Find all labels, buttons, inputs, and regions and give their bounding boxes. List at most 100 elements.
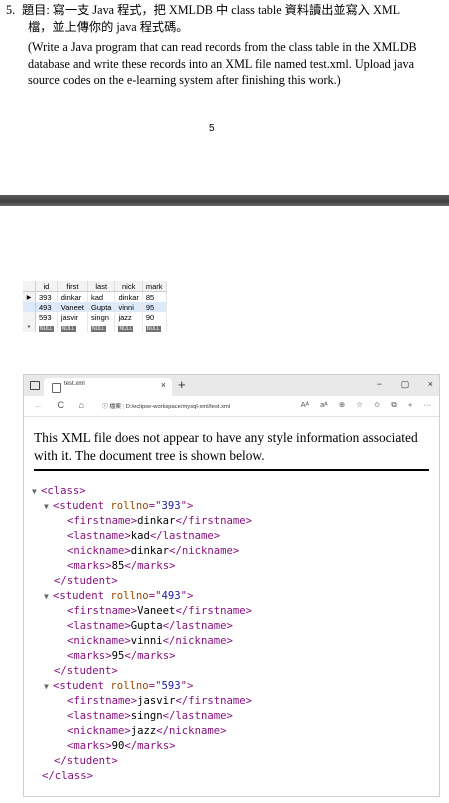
xml-tag: </lastname> bbox=[162, 620, 233, 632]
question-zh-line-2: 檔，並上傳你的 java 程式碼。 bbox=[28, 19, 189, 34]
xml-tag: </firstname> bbox=[175, 695, 252, 707]
null-badge: NULL bbox=[60, 325, 76, 332]
profile-avatar[interactable]: ● bbox=[408, 400, 413, 409]
nav-buttons: ← C ⌂ bbox=[34, 400, 96, 410]
cell[interactable]: singn bbox=[87, 312, 116, 322]
column-header[interactable]: last bbox=[87, 281, 116, 292]
translate-icon[interactable]: aᴬ bbox=[320, 400, 328, 409]
favorites-bar-icon[interactable]: ✩ bbox=[374, 400, 380, 409]
table-row[interactable]: 493 Vaneet Gupta vinni 95 bbox=[23, 302, 167, 312]
tab-title: test.xml bbox=[64, 381, 85, 387]
cell[interactable]: vinni bbox=[114, 302, 143, 312]
zoom-icon[interactable]: ⊕ bbox=[339, 400, 345, 409]
new-tab-button[interactable]: + bbox=[178, 377, 186, 392]
xml-attr-name: rollno bbox=[110, 500, 149, 512]
xml-tag: =" bbox=[148, 500, 162, 512]
xml-text: Gupta bbox=[130, 620, 163, 632]
refresh-icon[interactable]: C bbox=[58, 400, 65, 410]
minimize-button[interactable]: − bbox=[377, 379, 382, 389]
url-field[interactable]: ⓘ 檔案 | D:/eclipse-workspace/mysql-xml/te… bbox=[102, 401, 230, 410]
back-icon[interactable]: ← bbox=[34, 400, 43, 410]
cell[interactable]: 90 bbox=[142, 312, 167, 322]
cell[interactable]: jasvir bbox=[57, 312, 89, 322]
xml-tag: </lastname> bbox=[162, 710, 233, 722]
xml-tag: </marks> bbox=[124, 650, 176, 662]
close-tab-icon[interactable]: × bbox=[161, 380, 166, 390]
collapse-toggle-icon[interactable]: ▼ bbox=[44, 589, 53, 604]
table-row[interactable]: 593 jasvir singn jazz 90 bbox=[23, 312, 167, 322]
cell[interactable]: 593 bbox=[35, 312, 58, 322]
cell[interactable]: dinkar bbox=[57, 291, 89, 302]
xml-tag: <student bbox=[53, 590, 111, 602]
xml-element-lastname: <lastname>Gupta</lastname> bbox=[24, 619, 439, 634]
xml-tag: </firstname> bbox=[175, 515, 252, 527]
xml-tag: "> bbox=[180, 680, 194, 692]
close-window-button[interactable]: × bbox=[428, 379, 433, 389]
cell[interactable]: dinkar bbox=[114, 291, 143, 302]
column-header[interactable]: id bbox=[35, 281, 58, 292]
cell[interactable]: 393 bbox=[35, 291, 58, 302]
table-row[interactable]: ▶ 393 dinkar kad dinkar 85 bbox=[23, 291, 167, 302]
xml-element-nickname: <nickname>jazz</nickname> bbox=[24, 724, 439, 739]
xml-tag: </nickname> bbox=[169, 545, 240, 557]
xml-element-firstname: <firstname>dinkar</firstname> bbox=[24, 514, 439, 529]
xml-element-firstname: <firstname>jasvir</firstname> bbox=[24, 694, 439, 709]
null-cell[interactable]: NULL bbox=[57, 322, 89, 332]
xml-text: kad bbox=[130, 530, 150, 542]
null-cell[interactable]: NULL bbox=[142, 322, 167, 332]
cell[interactable]: 493 bbox=[35, 302, 58, 312]
null-cell[interactable]: NULL bbox=[35, 322, 58, 332]
cell[interactable]: jazz bbox=[114, 312, 143, 322]
question-block: 5. 題目: 寫一支 Java 程式，把 XMLDB 中 class table… bbox=[6, 2, 426, 89]
null-cell[interactable]: NULL bbox=[114, 322, 143, 332]
xml-attr-name: rollno bbox=[110, 590, 149, 602]
favorite-icon[interactable]: ☆ bbox=[356, 400, 363, 409]
maximize-button[interactable]: ▢ bbox=[401, 379, 410, 389]
browser-window: test.xml × + − ▢ × ← C ⌂ ⓘ 檔案 | D:/eclip… bbox=[23, 374, 440, 797]
collections-icon[interactable]: ⧉ bbox=[391, 400, 396, 409]
cell[interactable]: 85 bbox=[142, 291, 167, 302]
xml-text: 85 bbox=[111, 560, 125, 572]
question-en-line: database and write these records into an… bbox=[28, 56, 415, 71]
column-header[interactable]: mark bbox=[142, 281, 167, 292]
xml-student-open: ▼ <student rollno="493"> bbox=[24, 589, 439, 604]
site-info-icon[interactable]: ⓘ 檔案 bbox=[102, 404, 121, 410]
cell[interactable]: kad bbox=[87, 291, 116, 302]
read-aloud-icon[interactable]: Aᴬ bbox=[301, 400, 309, 409]
home-icon[interactable]: ⌂ bbox=[79, 400, 84, 410]
xml-attr-value: 593 bbox=[161, 680, 181, 692]
xml-tag: <lastname> bbox=[67, 620, 131, 632]
browser-tab[interactable]: test.xml × bbox=[44, 378, 172, 396]
cell[interactable]: Gupta bbox=[87, 302, 116, 312]
xml-element-marks: <marks>85</marks> bbox=[24, 559, 439, 574]
collapse-toggle-icon[interactable]: ▼ bbox=[32, 484, 41, 499]
xml-tree: ▼ <class> ▼ <student rollno="393"> <firstnam… bbox=[24, 484, 439, 784]
column-header[interactable]: first bbox=[57, 281, 89, 292]
column-header[interactable]: nick bbox=[114, 281, 143, 292]
xml-tag: <nickname> bbox=[67, 635, 131, 647]
xml-tag: <firstname> bbox=[67, 515, 138, 527]
null-cell[interactable]: NULL bbox=[87, 322, 116, 332]
question-english: (Write a Java program that can read reco… bbox=[28, 39, 426, 89]
xml-attr-value: 393 bbox=[161, 500, 181, 512]
xml-tag: </nickname> bbox=[162, 635, 233, 647]
xml-tag: </lastname> bbox=[149, 530, 221, 542]
xml-student-close: </student> bbox=[24, 574, 439, 589]
more-menu-icon[interactable]: ··· bbox=[424, 400, 432, 409]
xml-tag: </student> bbox=[54, 665, 118, 677]
cell[interactable]: 95 bbox=[142, 302, 167, 312]
null-badge: NULL bbox=[39, 325, 54, 332]
xml-text: 90 bbox=[111, 740, 125, 752]
new-row[interactable]: * NULL NULL NULL NULL NULL bbox=[23, 322, 167, 332]
tab-actions-icon[interactable] bbox=[30, 381, 40, 390]
xml-root-close: </class> bbox=[24, 769, 439, 784]
xml-tag: <firstname> bbox=[67, 695, 138, 707]
xml-element-marks: <marks>95</marks> bbox=[24, 649, 439, 664]
question-en-line: (Write a Java program that can read reco… bbox=[28, 40, 417, 54]
cell[interactable]: Vaneet bbox=[57, 302, 89, 312]
xml-tag: </class> bbox=[42, 770, 94, 782]
xml-tag: <class> bbox=[41, 485, 86, 497]
page-number: 5 bbox=[209, 123, 215, 134]
collapse-toggle-icon[interactable]: ▼ bbox=[44, 499, 53, 514]
collapse-toggle-icon[interactable]: ▼ bbox=[44, 679, 53, 694]
